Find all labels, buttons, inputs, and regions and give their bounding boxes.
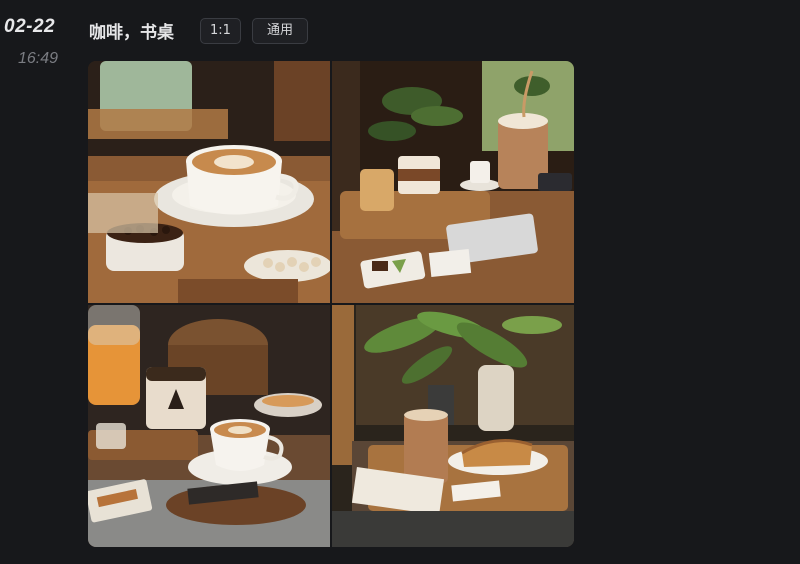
generated-image-3[interactable] [88,305,330,547]
coffee-latte-art-picture [88,61,330,303]
aspect-ratio-tag[interactable]: 1:1 [200,18,241,44]
prompt-text: 咖啡，书桌 [89,23,174,43]
image-grid [88,61,574,547]
time-label: 16:49 [18,50,59,67]
generated-image-1[interactable] [88,61,330,303]
iced-coffee-toast-picture [332,305,574,547]
date-label: 02-22 [4,16,56,37]
desk-coffee-keyboard-picture [332,61,574,303]
style-mode-tag[interactable]: 通用 [252,18,308,44]
latte-orange-juice-picture [88,305,330,547]
generated-image-2[interactable] [332,61,574,303]
generated-image-4[interactable] [332,305,574,547]
